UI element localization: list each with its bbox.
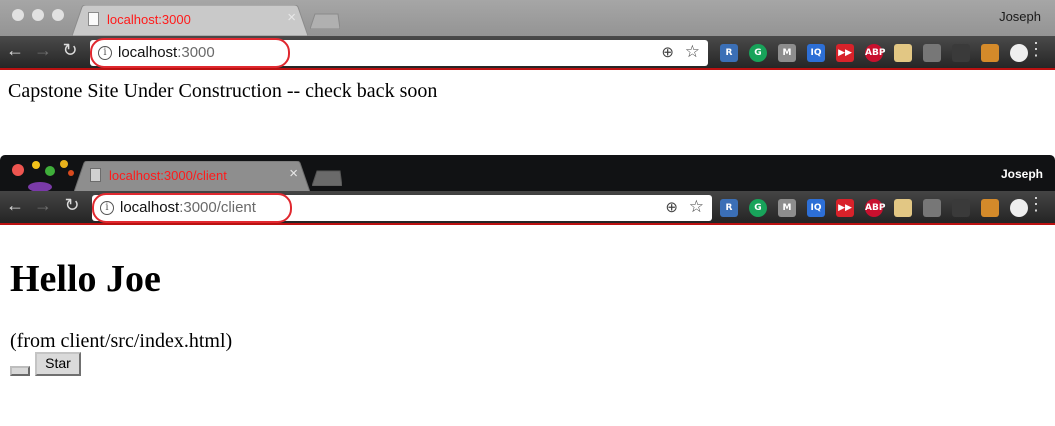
page-icon (90, 168, 101, 182)
back-icon[interactable]: ← (5, 195, 25, 216)
info-icon[interactable]: i (100, 201, 114, 215)
tab-bar: localhost:3000 × Joseph (0, 0, 1055, 36)
tab-localhost-3000[interactable]: localhost:3000 × (72, 5, 308, 36)
page-content: Capstone Site Under Construction -- chec… (0, 72, 1055, 155)
menu-icon[interactable]: ⋮ (1026, 39, 1046, 60)
address-url: localhost:3000 (118, 44, 215, 61)
theme-decoration-icon (28, 160, 74, 191)
construction-message: Capstone Site Under Construction -- chec… (8, 80, 438, 102)
iq-extension-icon[interactable]: IQ (807, 199, 825, 217)
new-tab-button[interactable] (310, 13, 340, 29)
reload-icon[interactable]: ↻ (60, 40, 80, 61)
page-icon (88, 12, 99, 26)
menu-icon[interactable]: ⋮ (1026, 194, 1046, 215)
close-tab-icon[interactable]: × (287, 9, 296, 26)
bulb-extension-icon[interactable] (923, 199, 941, 217)
close-window-button[interactable] (12, 164, 24, 176)
reload-icon[interactable]: ↻ (62, 195, 82, 216)
address-bar[interactable]: i localhost:3000 ⊕ ☆ (90, 38, 708, 68)
page-content: Hello Joe (from client/src/index.html) S… (0, 229, 1055, 426)
grammarly-icon[interactable]: G (749, 44, 767, 62)
bookmark-star-icon[interactable]: ☆ (689, 197, 704, 217)
tab-title: localhost:3000 (107, 12, 191, 27)
tab-title: localhost:3000/client (109, 168, 227, 183)
close-tab-icon[interactable]: × (289, 165, 298, 182)
profile-name[interactable]: Joseph (1001, 167, 1043, 181)
fastforward-extension-icon[interactable]: ▶▶ (836, 44, 854, 62)
browser-window-2: localhost:3000/client × Joseph ← → ↻ i l… (0, 155, 1055, 426)
back-icon[interactable]: ← (5, 40, 25, 61)
zoom-icon[interactable]: ⊕ (665, 198, 678, 216)
close-window-button[interactable] (12, 9, 24, 21)
dark-extension-icon[interactable] (952, 44, 970, 62)
r-extension-icon[interactable]: R (720, 44, 738, 62)
m-extension-icon[interactable]: M (778, 199, 796, 217)
minimize-window-button[interactable] (32, 9, 44, 21)
forward-icon[interactable]: → (33, 40, 53, 61)
browser-toolbar: ← → ↻ i localhost:3000/client ⊕ ☆ R G M IQ ▶… (0, 191, 1055, 225)
flag-extension-icon[interactable] (981, 199, 999, 217)
url-path: :3000/client (179, 199, 256, 216)
adblock-plus-icon[interactable]: ABP (865, 199, 885, 217)
profile-name[interactable]: Joseph (999, 9, 1041, 24)
notes-extension-icon[interactable] (894, 199, 912, 217)
info-icon[interactable]: i (98, 46, 112, 60)
iq-extension-icon[interactable]: IQ (807, 44, 825, 62)
bulb-extension-icon[interactable] (923, 44, 941, 62)
empty-button[interactable] (10, 366, 30, 376)
browser-window-1: localhost:3000 × Joseph ← → ↻ i localhos… (0, 0, 1055, 155)
star-button[interactable]: Star (35, 352, 81, 376)
url-host: localhost (120, 199, 180, 216)
address-bar[interactable]: i localhost:3000/client ⊕ ☆ (92, 193, 712, 223)
zoom-icon[interactable]: ⊕ (661, 43, 674, 61)
m-extension-icon[interactable]: M (778, 44, 796, 62)
browser-toolbar: ← → ↻ i localhost:3000 ⊕ ☆ R G M IQ ▶▶ ABP ⋮ (0, 36, 1055, 70)
address-url: localhost:3000/client (120, 199, 256, 216)
adblock-plus-icon[interactable]: ABP (865, 44, 885, 62)
tab-localhost-3000-client[interactable]: localhost:3000/client × (74, 161, 310, 192)
tab-bar: localhost:3000/client × Joseph (0, 155, 1055, 192)
forward-icon[interactable]: → (33, 195, 53, 216)
maximize-window-button[interactable] (52, 9, 64, 21)
url-host: localhost (118, 44, 178, 61)
url-path: :3000 (177, 44, 215, 61)
r-extension-icon[interactable]: R (720, 199, 738, 217)
flag-extension-icon[interactable] (981, 44, 999, 62)
page-heading: Hello Joe (10, 258, 161, 300)
dark-extension-icon[interactable] (952, 199, 970, 217)
new-tab-button[interactable] (312, 170, 342, 186)
source-note: (from client/src/index.html) (10, 330, 233, 352)
bookmark-star-icon[interactable]: ☆ (685, 42, 700, 62)
fastforward-extension-icon[interactable]: ▶▶ (836, 199, 854, 217)
grammarly-icon[interactable]: G (749, 199, 767, 217)
notes-extension-icon[interactable] (894, 44, 912, 62)
